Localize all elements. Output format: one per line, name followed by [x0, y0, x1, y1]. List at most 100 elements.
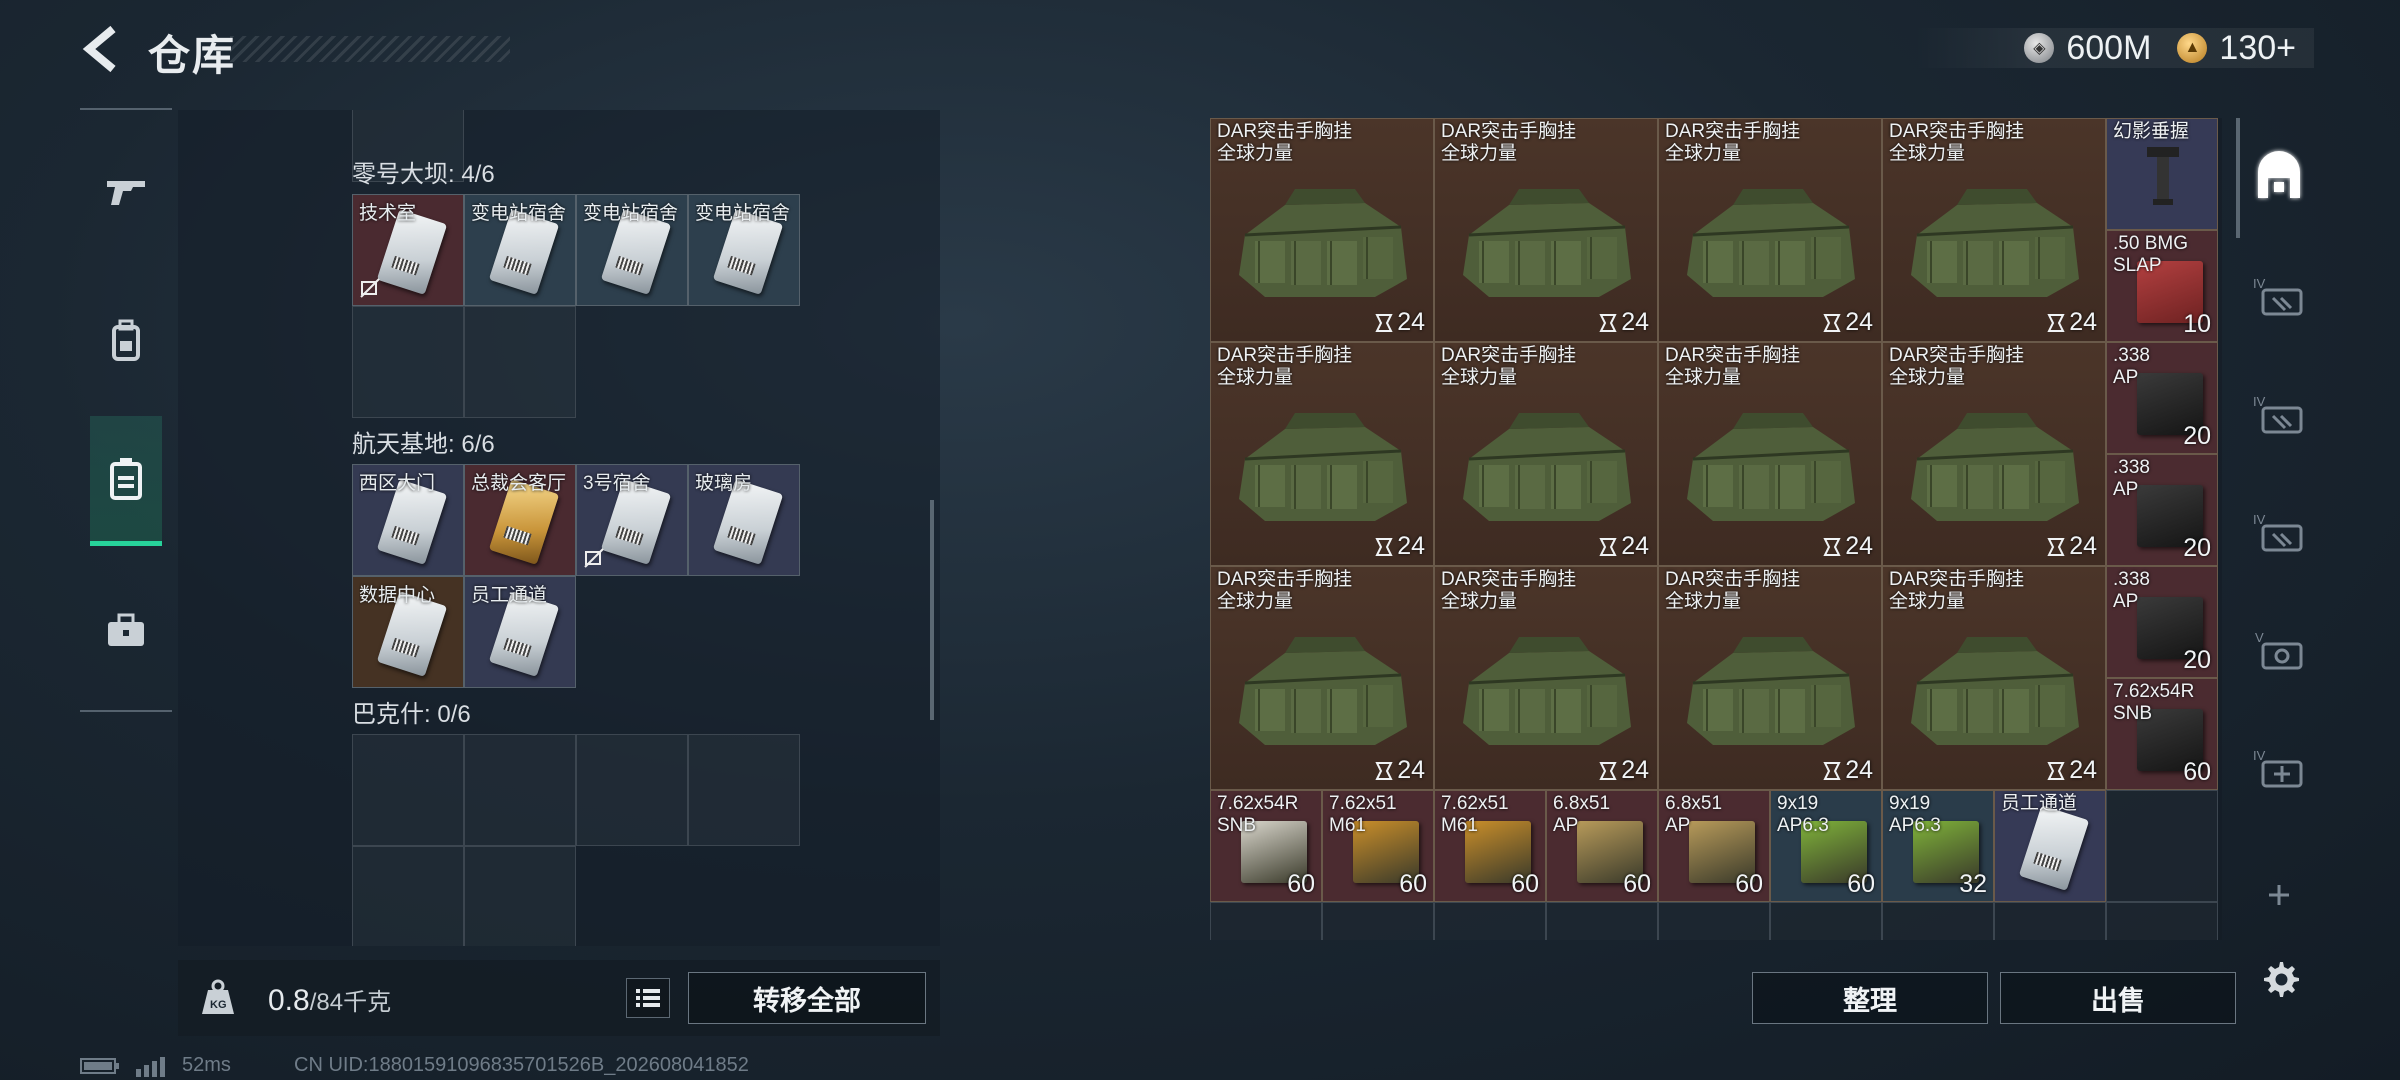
stash-item-small[interactable]: 9x19 AP6.3 60: [1770, 790, 1882, 902]
empty-slot[interactable]: [352, 306, 464, 418]
stash-item-small[interactable]: .338 AP 20: [2106, 566, 2218, 678]
stash-item-chest-rig[interactable]: DAR突击手胸挂 全球力量 24: [1882, 566, 2106, 790]
durability: 24: [2047, 308, 2097, 337]
stash-item-chest-rig[interactable]: DAR突击手胸挂 全球力量 24: [1434, 342, 1658, 566]
keycard-slot[interactable]: 3号宿舍: [576, 464, 688, 576]
page-title: 仓库: [148, 32, 237, 79]
empty-slot[interactable]: [2106, 902, 2218, 940]
chest-rig-image: [1687, 413, 1855, 521]
stash-item-chest-rig[interactable]: DAR突击手胸挂 全球力量 24: [1658, 118, 1882, 342]
stash-item-small[interactable]: 7.62x51 M61 60: [1322, 790, 1434, 902]
no-trade-icon: [360, 278, 380, 298]
list-icon: [636, 989, 660, 1007]
stash-item-chest-rig[interactable]: DAR突击手胸挂 全球力量 24: [1434, 118, 1658, 342]
stash-item-small[interactable]: .338 AP 20: [2106, 342, 2218, 454]
keycard-slot[interactable]: 西区大门: [352, 464, 464, 576]
chest-rig-image: [1463, 413, 1631, 521]
stash-item-small[interactable]: 6.8x51 AP 60: [1658, 790, 1770, 902]
stash-item-chest-rig[interactable]: DAR突击手胸挂 全球力量 24: [1658, 342, 1882, 566]
item-name: DAR突击手胸挂 全球力量: [1441, 345, 1577, 388]
keycard-slot[interactable]: 数据中心: [352, 576, 464, 688]
left-scrollbar[interactable]: [930, 500, 934, 720]
stash-item-small[interactable]: 9x19 AP6.3 32: [1882, 790, 1994, 902]
stash-scrollbar[interactable]: [2236, 118, 2240, 238]
keycard-slot[interactable]: 变电站宿舍: [576, 194, 688, 306]
keycard-scroll-area[interactable]: 零号大坝: 4/6 技术室 变电站宿舍 变电站宿舍 变电站宿舍 航天基地: 6/…: [178, 110, 940, 946]
empty-slot[interactable]: [1210, 902, 1322, 940]
stash-item-small[interactable]: 7.62x51 M61 60: [1434, 790, 1546, 902]
durability-icon: [1599, 537, 1617, 556]
transfer-all-button[interactable]: 转移全部: [688, 972, 926, 1024]
keycard-slot[interactable]: 总裁会客厅: [464, 464, 576, 576]
keycard-slot[interactable]: 变电站宿舍: [688, 194, 800, 306]
empty-slot[interactable]: [352, 846, 464, 946]
sell-button[interactable]: 出售: [2000, 972, 2236, 1024]
chest-rig-image: [1463, 189, 1631, 297]
stash-item-chest-rig[interactable]: DAR突击手胸挂 全球力量 24: [1434, 566, 1658, 790]
item-count: 20: [2183, 646, 2211, 674]
empty-slot[interactable]: [1658, 902, 1770, 940]
keycard-name: 技术室: [359, 203, 417, 224]
durability-value: 24: [1845, 532, 1873, 560]
item-count: 20: [2183, 422, 2211, 450]
durability: 24: [1375, 308, 1425, 337]
stash-item-small[interactable]: 7.62x54R SNB 60: [2106, 678, 2218, 790]
stash-item-small[interactable]: .338 AP 20: [2106, 454, 2218, 566]
item-count: 60: [1511, 870, 1539, 898]
empty-slot[interactable]: [1434, 902, 1546, 940]
rail-item-equipment[interactable]: [90, 276, 162, 406]
rail-item-weapons[interactable]: [90, 126, 162, 256]
keycard-name: 总裁会客厅: [471, 473, 567, 494]
empty-slot[interactable]: [1770, 902, 1882, 940]
empty-slot[interactable]: [576, 734, 688, 846]
empty-slot[interactable]: [464, 846, 576, 946]
empty-slot[interactable]: [1546, 902, 1658, 940]
keycard-slot[interactable]: 变电站宿舍: [464, 194, 576, 306]
status-strip: 52ms: [80, 1054, 231, 1077]
settings-button[interactable]: [2256, 954, 2304, 1002]
durability-value: 24: [1845, 308, 1873, 336]
briefcase-icon: [108, 613, 144, 646]
weight-bar: KG 0.8/84千克 转移全部: [178, 960, 940, 1036]
storage-tab-6[interactable]: IV: [2248, 736, 2310, 806]
empty-slot[interactable]: [688, 734, 800, 846]
empty-slot[interactable]: [1994, 902, 2106, 940]
stash-item-chest-rig[interactable]: DAR突击手胸挂 全球力量 24: [1882, 342, 2106, 566]
empty-slot[interactable]: [1882, 902, 1994, 940]
keycard-slot[interactable]: 技术室: [352, 194, 464, 306]
item-count: 10: [2183, 310, 2211, 338]
storage-tab-4[interactable]: IV: [2248, 500, 2310, 570]
list-view-button[interactable]: [626, 978, 670, 1018]
stash-item-small[interactable]: 6.8x51 AP 60: [1546, 790, 1658, 902]
stash-item-small[interactable]: 员工通道: [1994, 790, 2106, 902]
storage-tab-main[interactable]: [2248, 142, 2310, 212]
sort-button[interactable]: 整理: [1752, 972, 1988, 1024]
storage-tab-2[interactable]: IV: [2248, 264, 2310, 334]
rail-item-keycards[interactable]: [90, 416, 162, 546]
silver-balance: 600M: [2066, 28, 2152, 67]
keycard-name: 西区大门: [359, 473, 436, 494]
keycard-panel: 零号大坝: 4/6 技术室 变电站宿舍 变电站宿舍 变电站宿舍 航天基地: 6/…: [178, 110, 940, 946]
back-button[interactable]: [76, 22, 126, 76]
stash-item-small[interactable]: .50 BMG SLAP 10: [2106, 230, 2218, 342]
stash-item-chest-rig[interactable]: DAR突击手胸挂 全球力量 24: [1210, 566, 1434, 790]
empty-slot[interactable]: [352, 734, 464, 846]
stash-item-small[interactable]: 7.62x54R SNB 60: [1210, 790, 1322, 902]
keycard-slot[interactable]: 玻璃房: [688, 464, 800, 576]
storage-tab-3[interactable]: IV: [2248, 382, 2310, 452]
empty-slot[interactable]: [464, 306, 576, 418]
stash-item-chest-rig[interactable]: DAR突击手胸挂 全球力量 24: [1658, 566, 1882, 790]
stash-item-chest-rig[interactable]: DAR突击手胸挂 全球力量 24: [1210, 342, 1434, 566]
svg-text:IV: IV: [2253, 748, 2266, 763]
rail-item-items[interactable]: [90, 566, 162, 696]
keycard-slot[interactable]: 员工通道: [464, 576, 576, 688]
empty-slot[interactable]: [1322, 902, 1434, 940]
stash-item-small[interactable]: 幻影垂握: [2106, 118, 2218, 230]
stash-grid[interactable]: DAR突击手胸挂 全球力量 24 DAR突击手胸挂 全球力量 24 DAR突击手…: [1210, 118, 2222, 940]
add-storage-button[interactable]: [2248, 860, 2310, 930]
empty-slot[interactable]: [464, 734, 576, 846]
storage-tab-5[interactable]: V: [2248, 618, 2310, 688]
stash-item-chest-rig[interactable]: DAR突击手胸挂 全球力量 24: [1210, 118, 1434, 342]
stash-item-chest-rig[interactable]: DAR突击手胸挂 全球力量 24: [1882, 118, 2106, 342]
empty-slot[interactable]: [2106, 790, 2218, 902]
